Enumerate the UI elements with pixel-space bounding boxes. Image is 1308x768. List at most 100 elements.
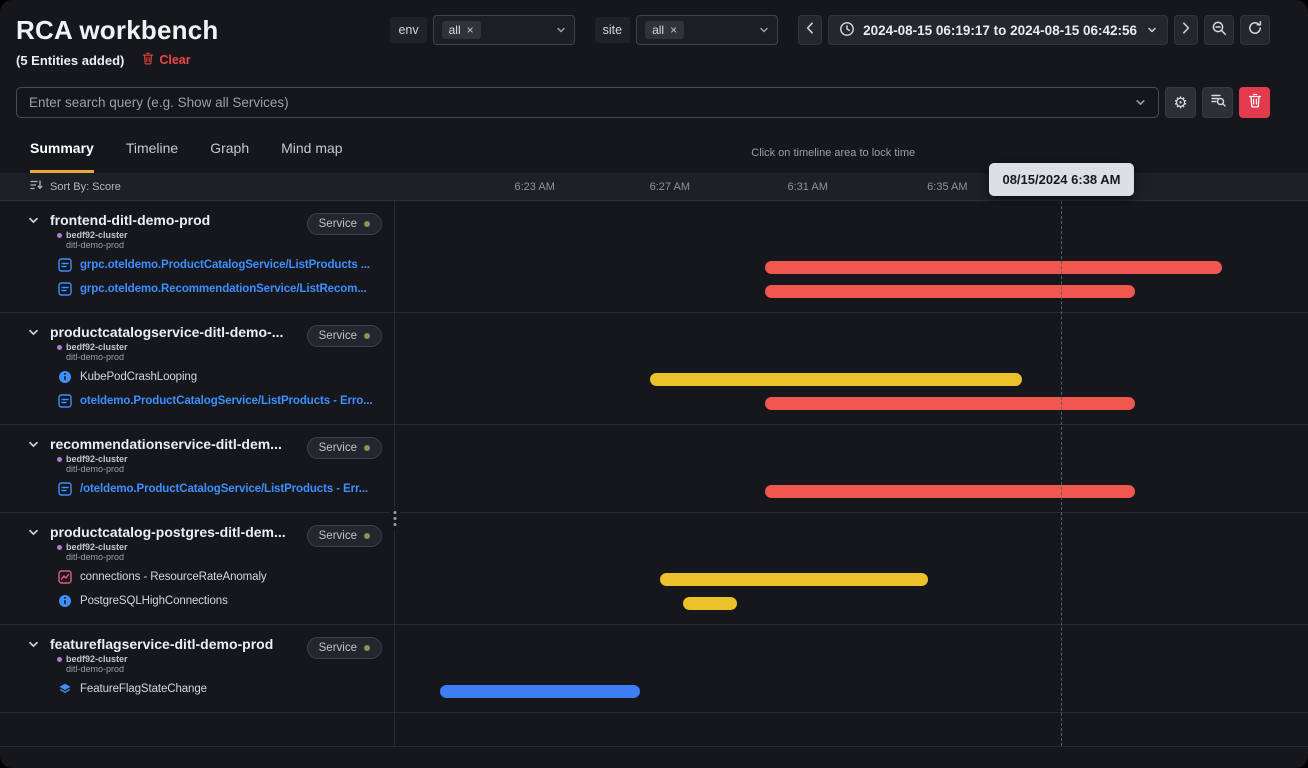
badge-status-dot — [364, 533, 370, 539]
finding-row[interactable]: /oteldemo.ProductCatalogService/ListProd… — [28, 477, 382, 501]
finding-row[interactable]: KubePodCrashLooping — [28, 365, 382, 389]
entity-panel: featureflagservice-ditl-demo-prodbedf92-… — [0, 625, 395, 712]
tab-summary[interactable]: Summary — [30, 140, 94, 173]
rca-workbench-window: RCA workbench env all × site all × — [0, 0, 1308, 768]
finding-label[interactable]: /oteldemo.ProductCatalogService/ListProd… — [80, 483, 368, 495]
finding-label[interactable]: grpc.oteldemo.RecommendationService/List… — [80, 283, 367, 295]
entity-group: featureflagservice-ditl-demo-prodbedf92-… — [0, 625, 1308, 713]
entity-groups: frontend-ditl-demo-prod bedf92-cluster dit… — [0, 201, 1308, 713]
clock-icon — [839, 21, 855, 40]
entity-name[interactable]: productcatalogservice-ditl-demo-... — [50, 324, 307, 340]
entities-row: (5 Entities added) Clear — [0, 52, 1308, 68]
panel-resize-handle[interactable] — [390, 507, 401, 530]
finding-label: connections - ResourceRateAnomaly — [80, 571, 267, 583]
tab-graph[interactable]: Graph — [210, 140, 249, 173]
timeline-lane[interactable] — [395, 201, 1308, 312]
zoom-out-button[interactable] — [1204, 15, 1234, 45]
clear-label: Clear — [159, 53, 190, 67]
badge-label: Service — [319, 330, 357, 342]
cluster-label: bedf92-cluster — [66, 542, 128, 552]
time-tick: 6:23 AM — [515, 181, 555, 193]
finding-label[interactable]: grpc.oteldemo.ProductCatalogService/List… — [80, 259, 370, 271]
settings-button[interactable]: ⚙ — [1165, 87, 1196, 118]
cluster-dot — [57, 657, 62, 662]
chevron-down-icon[interactable] — [1135, 97, 1146, 108]
site-filter-dropdown[interactable]: all × — [636, 15, 778, 45]
timeline-lock-hint: Click on timeline area to lock time — [751, 147, 915, 159]
timeline-bar[interactable] — [683, 597, 738, 610]
timeline-lane[interactable] — [395, 425, 1308, 512]
sort-control[interactable]: Sort By: Score — [0, 173, 395, 200]
service-badge: Service — [307, 213, 382, 235]
time-tick: 6:35 AM — [927, 181, 967, 193]
delete-query-button[interactable] — [1239, 87, 1270, 118]
timeline-bar[interactable] — [765, 261, 1222, 274]
chevron-down-icon[interactable] — [28, 324, 50, 338]
finding-row[interactable]: connections - ResourceRateAnomaly — [28, 565, 382, 589]
timeline-bar[interactable] — [660, 573, 928, 586]
cluster-dot — [57, 345, 62, 350]
entity-name[interactable]: frontend-ditl-demo-prod — [50, 212, 307, 228]
chevron-left-icon — [806, 21, 814, 39]
search-input[interactable]: Enter search query (e.g. Show all Servic… — [16, 87, 1159, 118]
timeline-bar[interactable] — [765, 285, 1135, 298]
entity-group: frontend-ditl-demo-prodbedf92-clusterdit… — [0, 201, 1308, 313]
sort-icon — [30, 179, 43, 194]
site-chip-close-icon[interactable]: × — [670, 24, 677, 36]
timeline-lane[interactable] — [395, 313, 1308, 424]
chevron-down-icon[interactable] — [28, 212, 50, 226]
timeline-lane[interactable] — [395, 513, 1308, 624]
saved-queries-button[interactable] — [1202, 87, 1233, 118]
time-range-picker[interactable]: 2024-08-15 06:19:17 to 2024-08-15 06:42:… — [828, 15, 1168, 45]
time-back-button[interactable] — [798, 15, 822, 45]
entity-group: recommendationservice-ditl-dem...bedf92-… — [0, 425, 1308, 513]
cluster-dot — [57, 545, 62, 550]
chevron-down-icon[interactable] — [28, 636, 50, 650]
chevron-down-icon[interactable] — [28, 524, 50, 538]
chevron-down-icon — [556, 25, 566, 35]
site-filter-chip[interactable]: all × — [645, 21, 684, 39]
service-badge: Service — [307, 325, 382, 347]
finding-label: PostgreSQLHighConnections — [80, 595, 228, 607]
namespace-label: ditl-demo-prod — [66, 464, 307, 474]
timeline-bar[interactable] — [650, 373, 1023, 386]
env-filter-label: env — [390, 17, 426, 43]
timeline-bar[interactable] — [765, 485, 1135, 498]
namespace-label: ditl-demo-prod — [66, 352, 307, 362]
trace-icon — [58, 482, 72, 496]
env-filter-dropdown[interactable]: all × — [433, 15, 575, 45]
time-tooltip: 08/15/2024 6:38 AM — [989, 163, 1133, 196]
finding-row[interactable]: PostgreSQLHighConnections — [28, 589, 382, 613]
timeline-bar[interactable] — [765, 397, 1135, 410]
finding-row[interactable]: oteldemo.ProductCatalogService/ListProdu… — [28, 389, 382, 413]
env-chip-value: all — [449, 23, 461, 37]
chevron-right-icon — [1182, 21, 1190, 39]
main-area: frontend-ditl-demo-prod bedf92-cluster dit… — [0, 201, 1308, 768]
finding-label[interactable]: oteldemo.ProductCatalogService/ListProdu… — [80, 395, 372, 407]
env-chip-close-icon[interactable]: × — [467, 24, 474, 36]
tab-timeline[interactable]: Timeline — [126, 140, 178, 173]
badge-label: Service — [319, 218, 357, 230]
finding-row[interactable]: grpc.oteldemo.ProductCatalogService/List… — [28, 253, 382, 277]
time-forward-button[interactable] — [1174, 15, 1198, 45]
env-filter-chip[interactable]: all × — [442, 21, 481, 39]
list-search-icon — [1210, 92, 1226, 113]
entity-name[interactable]: featureflagservice-ditl-demo-prod — [50, 636, 307, 652]
entity-panel: recommendationservice-ditl-dem...bedf92-… — [0, 425, 395, 512]
timeline-lane[interactable] — [395, 625, 1308, 712]
entity-name[interactable]: recommendationservice-ditl-dem... — [50, 436, 307, 452]
trash-icon — [1248, 93, 1262, 113]
clear-entities-button[interactable]: Clear — [142, 52, 190, 68]
time-axis[interactable]: 08/15/2024 6:38 AM 6:23 AM6:27 AM6:31 AM… — [395, 173, 1308, 200]
timeline-bar[interactable] — [440, 685, 640, 698]
refresh-button[interactable] — [1240, 15, 1270, 45]
finding-row[interactable]: FeatureFlagStateChange — [28, 677, 382, 701]
tab-mind-map[interactable]: Mind map — [281, 140, 342, 173]
namespace-label: ditl-demo-prod — [66, 240, 307, 250]
site-chip-value: all — [652, 23, 664, 37]
finding-row[interactable]: grpc.oteldemo.RecommendationService/List… — [28, 277, 382, 301]
search-placeholder: Enter search query (e.g. Show all Servic… — [29, 95, 289, 110]
chevron-down-icon[interactable] — [28, 436, 50, 450]
entity-name[interactable]: productcatalog-postgres-ditl-dem... — [50, 524, 307, 540]
info-icon — [58, 594, 72, 608]
